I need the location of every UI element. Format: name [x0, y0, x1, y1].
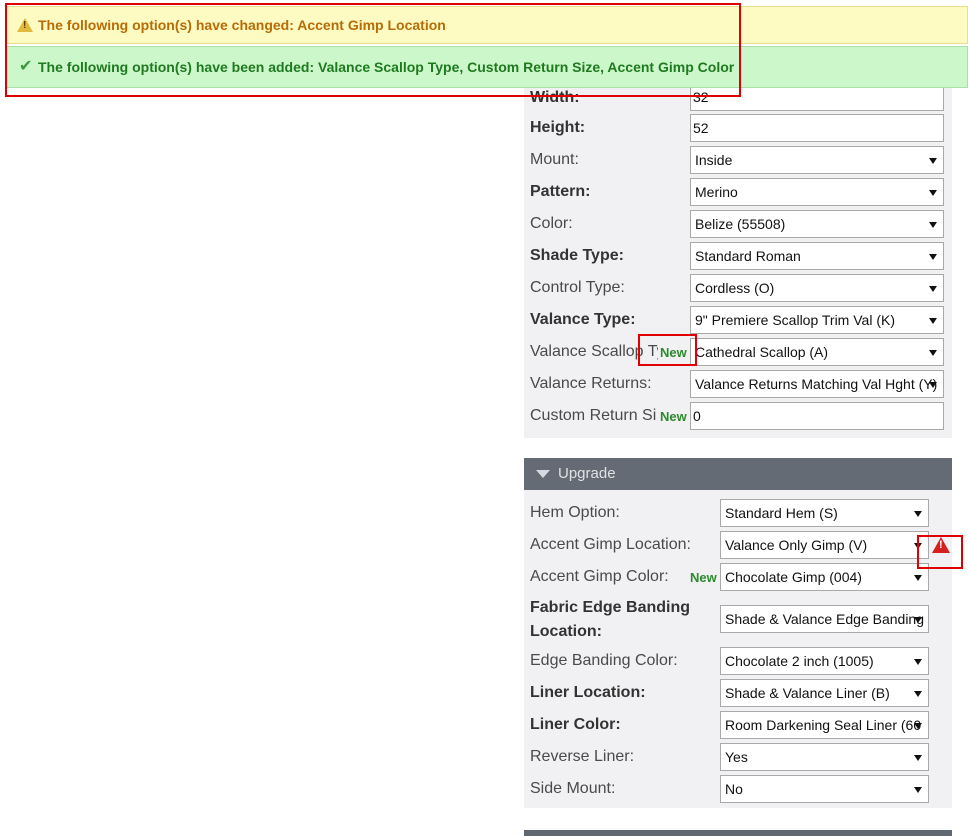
fabric-edge-banding-location-select[interactable]: Shade & Valance Edge Banding	[720, 605, 929, 633]
upgrade-section-header[interactable]: Upgrade	[524, 458, 952, 490]
side-mount-label: Side Mount:	[530, 780, 616, 797]
liner-location-select[interactable]: Shade & Valance Liner (B)	[720, 679, 929, 707]
reverse-liner-select[interactable]: Yes	[720, 743, 929, 771]
valance-returns-value: Valance Returns Matching Val Hght (Y)	[695, 376, 938, 392]
accent-gimp-color-label: Accent Gimp Color:	[530, 568, 669, 585]
mount-select[interactable]: Inside	[690, 146, 944, 174]
color-value: Belize (55508)	[695, 216, 786, 232]
valance-type-label: Valance Type:	[530, 311, 636, 328]
reverse-liner-value: Yes	[725, 749, 748, 765]
custom-return-size-input[interactable]: 0	[690, 402, 944, 430]
fabric-edge-banding-location-label: Fabric Edge Banding Location:	[530, 599, 691, 640]
valance-type-select[interactable]: 9" Premiere Scallop Trim Val (K)	[690, 306, 944, 334]
shade-type-label: Shade Type:	[530, 247, 624, 264]
control-type-select[interactable]: Cordless (O)	[690, 274, 944, 302]
warning-highlight-box	[917, 535, 963, 569]
valance-scallop-type-value: Cathedral Scallop (A)	[695, 344, 829, 360]
height-label: Height:	[530, 119, 586, 136]
alerts-highlight-box	[5, 3, 741, 97]
dropdown-arrow-icon	[914, 755, 922, 761]
dropdown-arrow-icon	[914, 691, 922, 697]
valance-scallop-type-select[interactable]: Cathedral Scallop (A)	[690, 338, 944, 366]
liner-color-label: Liner Color:	[530, 716, 621, 733]
dropdown-arrow-icon	[914, 575, 922, 581]
shade-type-value: Standard Roman	[695, 248, 801, 264]
dropdown-arrow-icon	[929, 222, 937, 228]
accent-gimp-location-label: Accent Gimp Location:	[530, 536, 691, 553]
control-type-value: Cordless (O)	[695, 280, 775, 296]
upgrade-section-title: Upgrade	[558, 465, 616, 482]
accent-gimp-color-value: Chocolate Gimp (004)	[725, 569, 862, 585]
dropdown-arrow-icon	[914, 659, 922, 665]
side-mount-value: No	[725, 781, 743, 797]
liner-location-label: Liner Location:	[530, 684, 646, 701]
accent-gimp-location-select[interactable]: Valance Only Gimp (V)	[720, 531, 929, 559]
dropdown-arrow-icon	[914, 511, 922, 517]
edge-banding-color-select[interactable]: Chocolate 2 inch (1005)	[720, 647, 929, 675]
collapse-triangle-icon	[536, 470, 550, 478]
new-tag-highlight-box	[638, 334, 697, 366]
dropdown-arrow-icon	[914, 723, 922, 729]
mount-value: Inside	[695, 152, 733, 168]
height-input[interactable]: 52	[690, 114, 944, 142]
color-label: Color:	[530, 215, 573, 232]
reverse-liner-label: Reverse Liner:	[530, 748, 635, 765]
accent-gimp-location-value: Valance Only Gimp (V)	[725, 537, 868, 553]
hem-option-label: Hem Option:	[530, 504, 620, 521]
edge-banding-color-label: Edge Banding Color:	[530, 652, 678, 669]
pattern-select[interactable]: Merino	[690, 178, 944, 206]
dropdown-arrow-icon	[929, 158, 937, 164]
dropdown-arrow-icon	[929, 254, 937, 260]
dropdown-arrow-icon	[914, 617, 922, 623]
pattern-value: Merino	[695, 184, 738, 200]
valance-returns-label: Valance Returns:	[530, 375, 652, 392]
mount-label: Mount:	[530, 151, 579, 168]
accent-gimp-color-select[interactable]: Chocolate Gimp (004)	[720, 563, 929, 591]
shade-type-select[interactable]: Standard Roman	[690, 242, 944, 270]
new-tag: New	[660, 409, 687, 424]
dropdown-arrow-icon	[929, 350, 937, 356]
edge-banding-color-value: Chocolate 2 inch (1005)	[725, 653, 874, 669]
liner-color-value: Room Darkening Seal Liner (60	[725, 717, 922, 733]
valance-returns-select[interactable]: Valance Returns Matching Val Hght (Y)	[690, 370, 944, 398]
fabric-edge-banding-location-value: Shade & Valance Edge Banding	[725, 611, 925, 627]
dropdown-arrow-icon	[929, 318, 937, 324]
liner-color-select[interactable]: Room Darkening Seal Liner (60	[720, 711, 929, 739]
custom-return-size-label: Custom Return Size:	[530, 407, 656, 424]
hem-option-select[interactable]: Standard Hem (S)	[720, 499, 929, 527]
valance-type-value: 9" Premiere Scallop Trim Val (K)	[695, 312, 895, 328]
next-section-header[interactable]	[524, 830, 952, 836]
new-tag: New	[690, 570, 717, 585]
pattern-label: Pattern:	[530, 183, 591, 200]
dropdown-arrow-icon	[914, 787, 922, 793]
hem-option-value: Standard Hem (S)	[725, 505, 838, 521]
dropdown-arrow-icon	[929, 382, 937, 388]
control-type-label: Control Type:	[530, 279, 625, 296]
dropdown-arrow-icon	[929, 190, 937, 196]
side-mount-select[interactable]: No	[720, 775, 929, 803]
liner-location-value: Shade & Valance Liner (B)	[725, 685, 890, 701]
color-select[interactable]: Belize (55508)	[690, 210, 944, 238]
dropdown-arrow-icon	[929, 286, 937, 292]
